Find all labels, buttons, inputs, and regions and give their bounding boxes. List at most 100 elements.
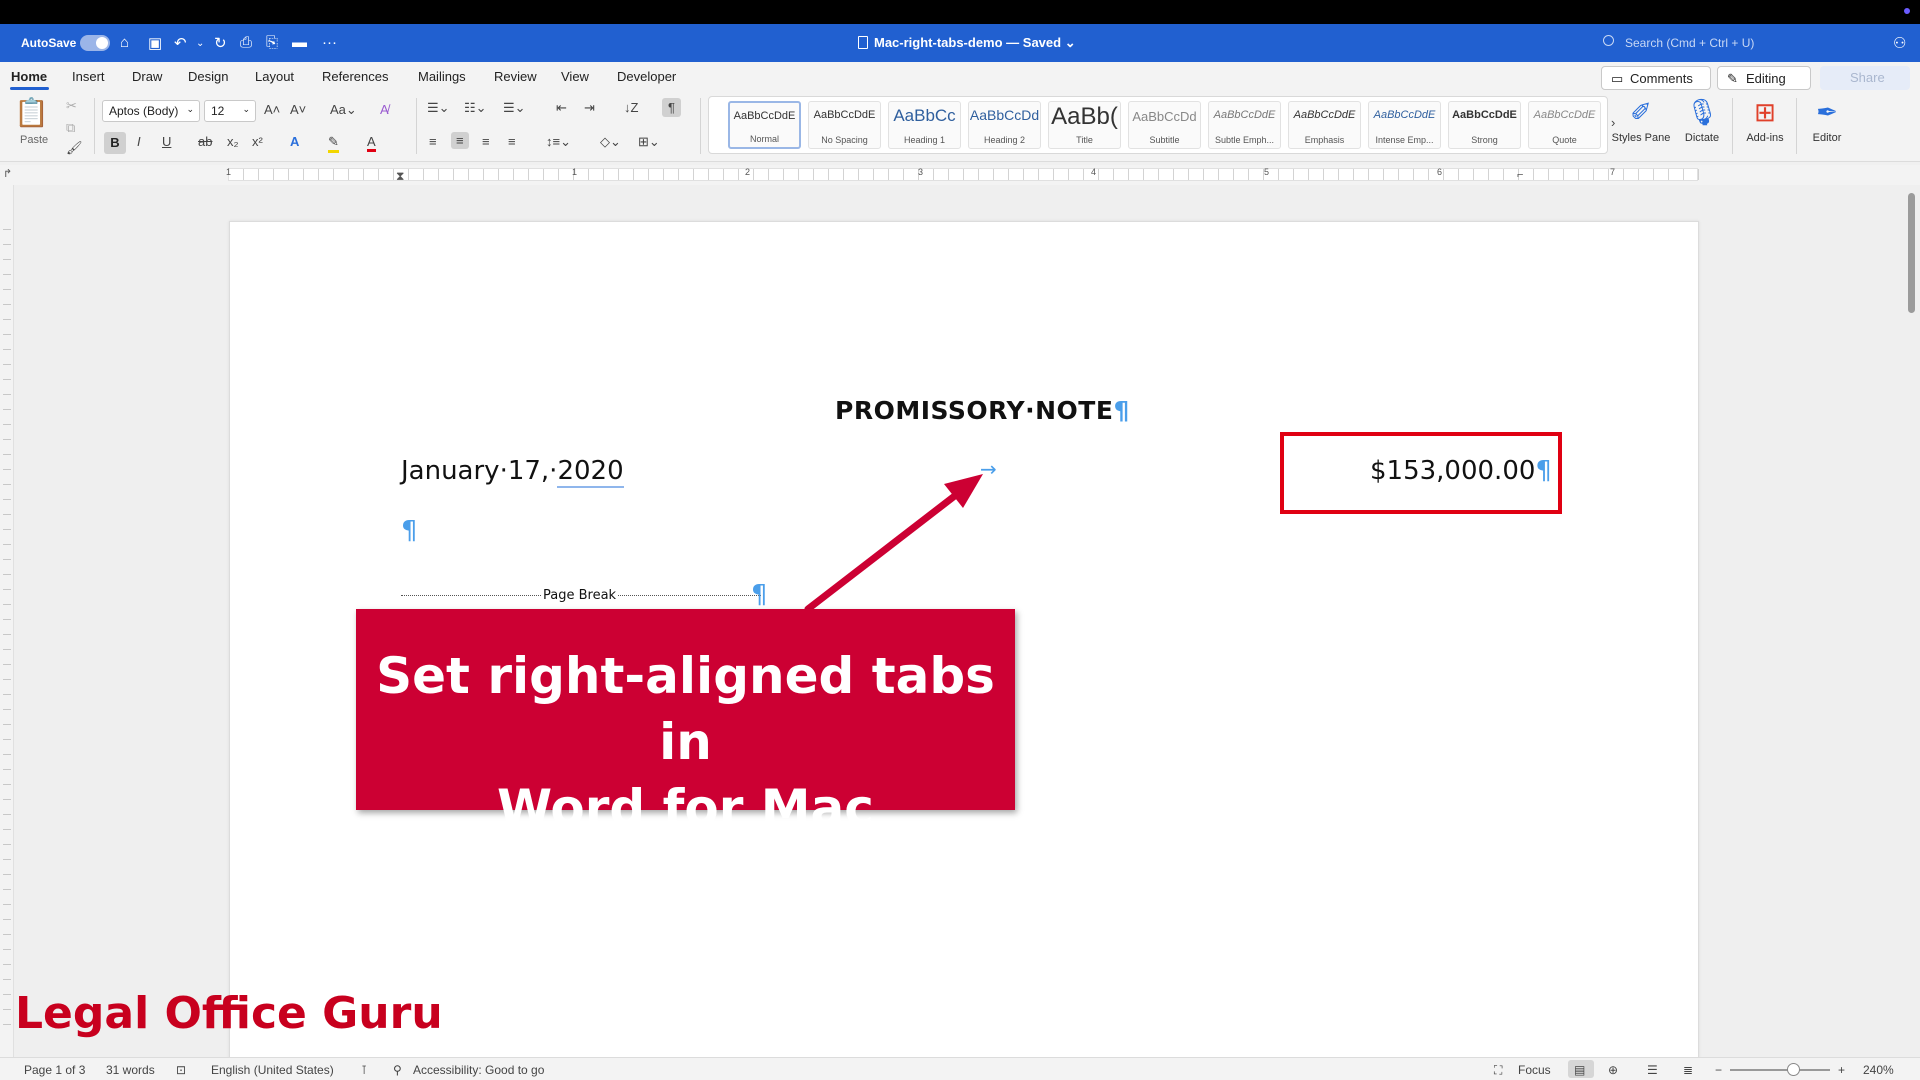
align-right-icon[interactable]: ≡	[482, 134, 490, 149]
shading-icon[interactable]: ◇⌄	[600, 134, 621, 150]
shrink-font-icon[interactable]: A˅	[290, 102, 306, 117]
italic-icon[interactable]: I	[137, 134, 141, 149]
change-case-icon[interactable]: Aa⌄	[330, 102, 357, 118]
track-changes-icon[interactable]: ⊺	[361, 1063, 367, 1077]
tab-mailings[interactable]: Mailings	[418, 69, 466, 84]
font-color-icon[interactable]: A	[367, 134, 376, 152]
styles-pane-button[interactable]: ✐ Styles Pane	[1611, 96, 1671, 144]
proofing-icon[interactable]: ⊡	[176, 1063, 186, 1077]
page-count[interactable]: Page 1 of 3	[24, 1063, 85, 1077]
sort-icon[interactable]: ↓Z	[624, 100, 638, 115]
align-left-icon[interactable]: ≡	[429, 134, 437, 149]
tab-home[interactable]: Home	[11, 69, 47, 84]
zoom-slider-knob[interactable]	[1787, 1063, 1800, 1076]
style-quote[interactable]: AaBbCcDdE Quote	[1528, 101, 1601, 149]
empty-paragraph-mark[interactable]: ¶	[401, 516, 418, 546]
comments-button[interactable]: ▭ Comments	[1601, 66, 1711, 90]
clear-formatting-icon[interactable]: A̸	[380, 102, 389, 117]
numbering-icon[interactable]: ☷⌄	[464, 100, 487, 116]
subscript-icon[interactable]: x₂	[227, 134, 239, 149]
horizontal-ruler[interactable]: ↱ 1 1 2 3 4 5 6 7 ⧗ ⌐	[0, 165, 1920, 185]
text-effects-icon[interactable]: A	[290, 134, 299, 149]
cut-icon[interactable]: ✂	[66, 98, 77, 114]
align-center-icon[interactable]: ≡	[451, 132, 469, 149]
zoom-level[interactable]: 240%	[1863, 1063, 1894, 1077]
editor-button[interactable]: ✒ Editor	[1797, 96, 1857, 144]
undo-icon[interactable]: ↶	[174, 34, 187, 52]
right-tab-stop-icon[interactable]: ⌐	[1517, 169, 1523, 181]
document-title[interactable]: Mac-right-tabs-demo — Saved ⌄	[858, 35, 1076, 51]
format-painter-icon[interactable]: 🖌	[66, 140, 83, 156]
account-icon[interactable]: ⚇	[1893, 34, 1906, 52]
style-intense-emphasis[interactable]: AaBbCcDdE Intense Emp...	[1368, 101, 1441, 149]
paste-icon[interactable]: 📋	[14, 96, 49, 129]
accessibility-status[interactable]: Accessibility: Good to go	[413, 1063, 544, 1077]
tab-selector-icon[interactable]: ↱	[3, 167, 12, 180]
highlight-icon[interactable]: ✎	[328, 134, 339, 153]
zoom-in-icon[interactable]: +	[1838, 1063, 1845, 1077]
share-button[interactable]: Share	[1820, 66, 1910, 90]
line-spacing-icon[interactable]: ↕≡⌄	[546, 134, 571, 150]
language-status[interactable]: English (United States)	[211, 1063, 334, 1077]
document-heading[interactable]: PROMISSORY·NOTE¶	[835, 396, 1130, 425]
strikethrough-icon[interactable]: ab	[198, 134, 212, 149]
underline-icon[interactable]: U	[162, 134, 171, 149]
tab-references[interactable]: References	[322, 69, 388, 84]
font-size-select[interactable]: 12 ⌄	[204, 100, 256, 122]
decrease-indent-icon[interactable]: ⇤	[556, 100, 567, 116]
tab-view[interactable]: View	[561, 69, 589, 84]
page-break[interactable]: Page Break ¶	[401, 580, 768, 610]
search-box[interactable]: Search (Cmd + Ctrl + U)	[1595, 29, 1880, 57]
style-no-spacing[interactable]: AaBbCcDdE No Spacing	[808, 101, 881, 149]
bold-button[interactable]: B	[104, 132, 126, 154]
scrollbar-thumb[interactable]	[1908, 193, 1915, 313]
zoom-slider[interactable]	[1730, 1069, 1830, 1071]
bullets-icon[interactable]: ☰⌄	[427, 100, 450, 116]
tab-design[interactable]: Design	[188, 69, 228, 84]
style-subtitle[interactable]: AaBbCcDd Subtitle	[1128, 101, 1201, 149]
print-preview-icon[interactable]: ⎘	[266, 34, 278, 51]
tab-insert[interactable]: Insert	[72, 69, 105, 84]
tab-draw[interactable]: Draw	[132, 69, 162, 84]
autosave-toggle[interactable]	[80, 35, 110, 51]
undo-dropdown-icon[interactable]: ⌄	[196, 38, 204, 49]
style-heading-2[interactable]: AaBbCcDd Heading 2	[968, 101, 1041, 149]
web-layout-icon[interactable]: ⊕	[1608, 1063, 1618, 1077]
open-folder-icon[interactable]: ▬	[292, 34, 307, 51]
word-count[interactable]: 31 words	[106, 1063, 155, 1077]
redo-icon[interactable]: ↻	[214, 34, 227, 52]
font-name-select[interactable]: Aptos (Body) ⌄	[102, 100, 200, 122]
justify-icon[interactable]: ≡	[508, 134, 516, 149]
style-title[interactable]: AaBb(Title	[1048, 101, 1121, 149]
print-icon[interactable]: ⎙	[240, 34, 252, 51]
style-heading-1[interactable]: AaBbCc Heading 1	[888, 101, 961, 149]
add-ins-button[interactable]: ⊞ Add-ins	[1735, 96, 1795, 144]
accessibility-icon[interactable]: ⚲	[393, 1063, 402, 1077]
borders-icon[interactable]: ⊞⌄	[638, 134, 660, 150]
show-formatting-icon[interactable]: ¶	[662, 98, 681, 117]
grow-font-icon[interactable]: A˄	[264, 102, 280, 117]
zoom-out-icon[interactable]: −	[1715, 1063, 1722, 1077]
editing-button[interactable]: ✎Editing ⌄	[1717, 66, 1811, 101]
dictate-button[interactable]: 🎙 Dictate	[1672, 96, 1732, 144]
superscript-icon[interactable]: x²	[252, 134, 263, 149]
vertical-scrollbar[interactable]	[1904, 185, 1920, 1057]
more-icon[interactable]: ···	[322, 34, 337, 51]
style-emphasis[interactable]: AaBbCcDdE Emphasis	[1288, 101, 1361, 149]
multilevel-list-icon[interactable]: ☰⌄	[503, 100, 526, 116]
print-layout-icon[interactable]: ▤	[1574, 1063, 1585, 1077]
focus-icon[interactable]: ⛶	[1494, 1063, 1502, 1078]
indent-marker-icon[interactable]: ⧗	[396, 169, 404, 184]
focus-label[interactable]: Focus	[1518, 1063, 1551, 1077]
increase-indent-icon[interactable]: ⇥	[584, 100, 595, 116]
copy-icon[interactable]: ⧉	[66, 120, 75, 136]
style-subtle-emphasis[interactable]: AaBbCcDdE Subtle Emph...	[1208, 101, 1281, 149]
style-normal[interactable]: AaBbCcDdE Normal	[728, 101, 801, 149]
outline-view-icon[interactable]: ☰	[1647, 1063, 1658, 1077]
style-strong[interactable]: AaBbCcDdE Strong	[1448, 101, 1521, 149]
home-icon[interactable]: ⌂	[120, 34, 129, 51]
tab-layout[interactable]: Layout	[255, 69, 294, 84]
date-line[interactable]: January·17,·2020	[401, 456, 624, 488]
draft-view-icon[interactable]: ≣	[1683, 1063, 1693, 1077]
tab-developer[interactable]: Developer	[617, 69, 676, 84]
